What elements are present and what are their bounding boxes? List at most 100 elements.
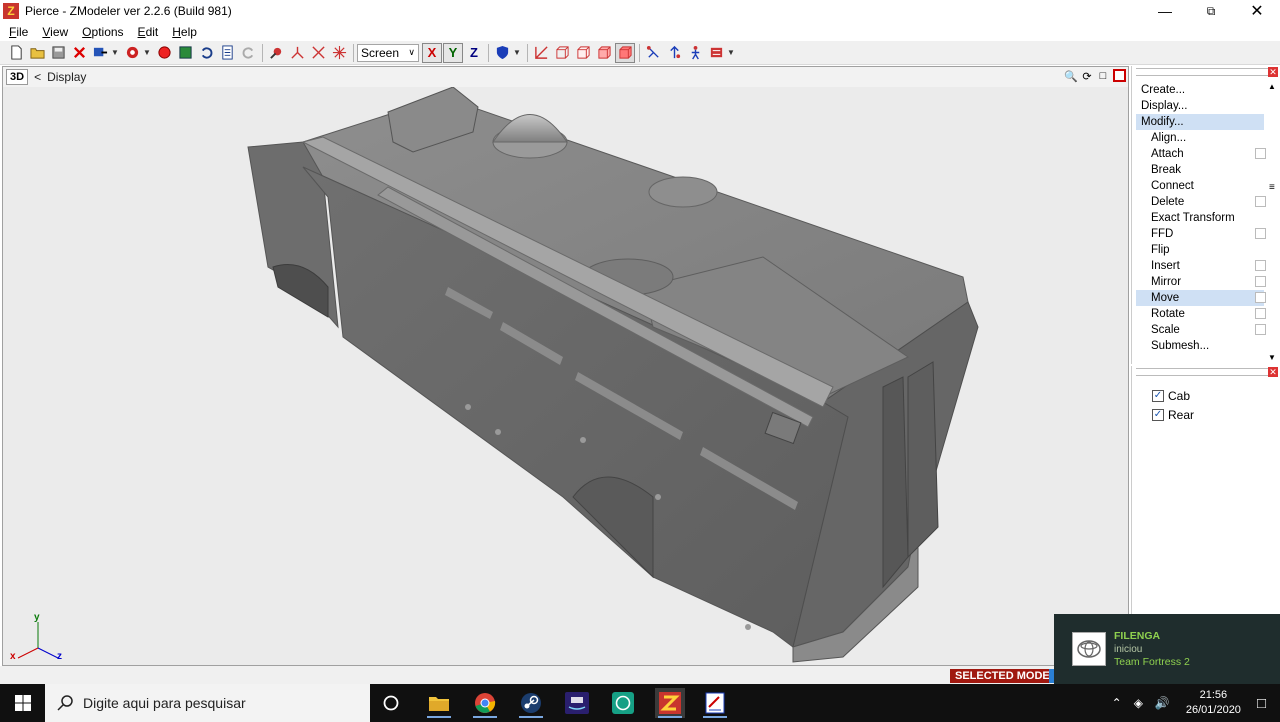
objects-panel: ✕ ✓ Cab ✓ Rear bbox=[1131, 366, 1280, 616]
taskbar-zmodeler[interactable] bbox=[655, 688, 685, 718]
select-button[interactable] bbox=[266, 43, 286, 63]
properties-button[interactable] bbox=[217, 43, 237, 63]
menu-edit[interactable]: Edit bbox=[131, 25, 166, 39]
animation-button[interactable] bbox=[706, 43, 726, 63]
save-button[interactable] bbox=[48, 43, 68, 63]
shading-dropdown-icon[interactable]: ▼ bbox=[513, 48, 521, 57]
close-panel-icon[interactable]: ✕ bbox=[1268, 367, 1278, 377]
chevron-up-icon[interactable]: ⌃ bbox=[1112, 696, 1122, 710]
view-textured-button[interactable] bbox=[615, 42, 635, 63]
commands-scrollbar[interactable]: ▲ ≡ ▼ bbox=[1265, 82, 1279, 362]
object-item-rear[interactable]: ✓ Rear bbox=[1152, 405, 1280, 424]
object-visibility-checkbox[interactable]: ✓ bbox=[1152, 408, 1164, 421]
rotate-view-icon[interactable]: ⟳ bbox=[1079, 68, 1095, 84]
panel-grip[interactable] bbox=[1136, 368, 1268, 376]
import-button[interactable] bbox=[90, 43, 110, 63]
cmd-ffd[interactable]: FFD bbox=[1136, 226, 1266, 242]
viewport-nav-arrow[interactable]: < bbox=[34, 70, 41, 84]
cmd-scale[interactable]: Scale bbox=[1136, 322, 1266, 338]
cmd-align[interactable]: Align... bbox=[1136, 130, 1264, 146]
cmd-connect[interactable]: Connect bbox=[1136, 178, 1264, 194]
menu-label: ptions bbox=[91, 24, 124, 39]
redo-button[interactable] bbox=[238, 43, 258, 63]
import-dropdown-icon[interactable]: ▼ bbox=[111, 48, 119, 57]
cmd-flip[interactable]: Flip bbox=[1136, 242, 1264, 258]
volume-icon[interactable]: 🔊 bbox=[1155, 696, 1170, 710]
select-vertex-button[interactable] bbox=[287, 43, 307, 63]
scene-canvas[interactable]: y x z bbox=[3, 86, 1128, 665]
cmd-delete[interactable]: Delete bbox=[1136, 194, 1266, 210]
fit-view-icon[interactable]: □ bbox=[1095, 68, 1111, 84]
cmd-label: Exact Transform bbox=[1151, 212, 1235, 224]
cmd-insert[interactable]: Insert bbox=[1136, 258, 1266, 274]
cmd-attach[interactable]: Attach bbox=[1136, 146, 1266, 162]
select-face-button[interactable] bbox=[329, 43, 349, 63]
viewport-3d[interactable]: 3D < Display 🔍 ⟳ □ y x z bbox=[2, 66, 1129, 666]
scroll-thumb[interactable]: ≡ bbox=[1269, 182, 1275, 193]
minimize-button[interactable]: — bbox=[1142, 0, 1188, 22]
view-solid-button[interactable] bbox=[594, 43, 614, 63]
close-button[interactable]: ✕ bbox=[1234, 0, 1280, 22]
hierarchy-button[interactable] bbox=[664, 43, 684, 63]
cmd-submesh[interactable]: Submesh... bbox=[1136, 338, 1264, 354]
shading-button[interactable] bbox=[492, 43, 512, 63]
cmd-exact-transform[interactable]: Exact Transform bbox=[1136, 210, 1264, 226]
taskbar-chrome[interactable] bbox=[470, 688, 500, 718]
undo-button[interactable] bbox=[196, 43, 216, 63]
cmd-modify[interactable]: Modify... bbox=[1136, 114, 1264, 130]
object-item-cab[interactable]: ✓ Cab bbox=[1152, 386, 1280, 405]
export-dropdown-icon[interactable]: ▼ bbox=[143, 48, 151, 57]
taskbar-search[interactable]: Digite aqui para pesquisar bbox=[45, 684, 370, 722]
friend-notification-toast[interactable]: FILENGA iniciou Team Fortress 2 bbox=[1054, 614, 1280, 684]
view-wire-button[interactable] bbox=[531, 43, 551, 63]
cmd-create[interactable]: Create... bbox=[1136, 82, 1264, 98]
cmd-display[interactable]: Display... bbox=[1136, 98, 1264, 114]
restore-button[interactable]: ⧉ bbox=[1188, 0, 1234, 22]
delete-button[interactable] bbox=[69, 43, 89, 63]
clock[interactable]: 21:56 26/01/2020 bbox=[1186, 688, 1241, 718]
task-view-icon bbox=[383, 695, 399, 711]
coord-mode-select[interactable]: Screen ∨ bbox=[357, 43, 419, 62]
menu-options[interactable]: Options bbox=[75, 25, 130, 39]
task-view-button[interactable] bbox=[376, 688, 406, 718]
taskbar-amazon-music[interactable] bbox=[562, 688, 592, 718]
menu-file[interactable]: File bbox=[2, 25, 35, 39]
view-box-button[interactable] bbox=[552, 43, 572, 63]
axis-y-button[interactable]: Y bbox=[443, 42, 463, 63]
menu-view[interactable]: View bbox=[35, 25, 75, 39]
start-button[interactable] bbox=[0, 684, 45, 722]
menu-help[interactable]: Help bbox=[165, 25, 204, 39]
select-edge-button[interactable] bbox=[308, 43, 328, 63]
export-button[interactable] bbox=[122, 43, 142, 63]
car-logo-icon bbox=[1077, 640, 1101, 658]
wifi-icon[interactable]: ◈ bbox=[1134, 696, 1143, 710]
render-button[interactable] bbox=[154, 43, 174, 63]
view-cube-button[interactable] bbox=[573, 43, 593, 63]
axis-z-button[interactable]: Z bbox=[464, 43, 484, 63]
bones-button[interactable] bbox=[643, 43, 663, 63]
cmd-mirror[interactable]: Mirror bbox=[1136, 274, 1266, 290]
taskbar-editor[interactable] bbox=[700, 688, 730, 718]
zoom-icon[interactable]: 🔍 bbox=[1063, 68, 1079, 84]
cmd-rotate[interactable]: Rotate bbox=[1136, 306, 1266, 322]
cmd-move[interactable]: Move bbox=[1136, 290, 1266, 306]
maximize-viewport-icon[interactable] bbox=[1113, 69, 1126, 82]
notification-center-icon[interactable]: □ bbox=[1257, 695, 1266, 712]
cmd-break[interactable]: Break bbox=[1136, 162, 1264, 178]
cmd-label: Submesh... bbox=[1151, 340, 1210, 352]
new-button[interactable] bbox=[6, 43, 26, 63]
taskbar-steam[interactable] bbox=[516, 688, 546, 718]
scroll-down-icon[interactable]: ▼ bbox=[1268, 353, 1276, 362]
open-button[interactable] bbox=[27, 43, 47, 63]
texture-button[interactable] bbox=[175, 43, 195, 63]
scroll-up-icon[interactable]: ▲ bbox=[1268, 82, 1276, 91]
panel-grip[interactable] bbox=[1136, 68, 1268, 76]
animation-dropdown-icon[interactable]: ▼ bbox=[727, 48, 735, 57]
taskbar-whatsapp[interactable] bbox=[608, 688, 638, 718]
object-visibility-checkbox[interactable]: ✓ bbox=[1152, 389, 1164, 402]
viewport-mode-button[interactable]: 3D bbox=[6, 69, 29, 85]
taskbar-explorer[interactable] bbox=[424, 688, 454, 718]
pivot-button[interactable] bbox=[685, 43, 705, 63]
close-panel-icon[interactable]: ✕ bbox=[1268, 67, 1278, 77]
axis-x-button[interactable]: X bbox=[422, 42, 442, 63]
